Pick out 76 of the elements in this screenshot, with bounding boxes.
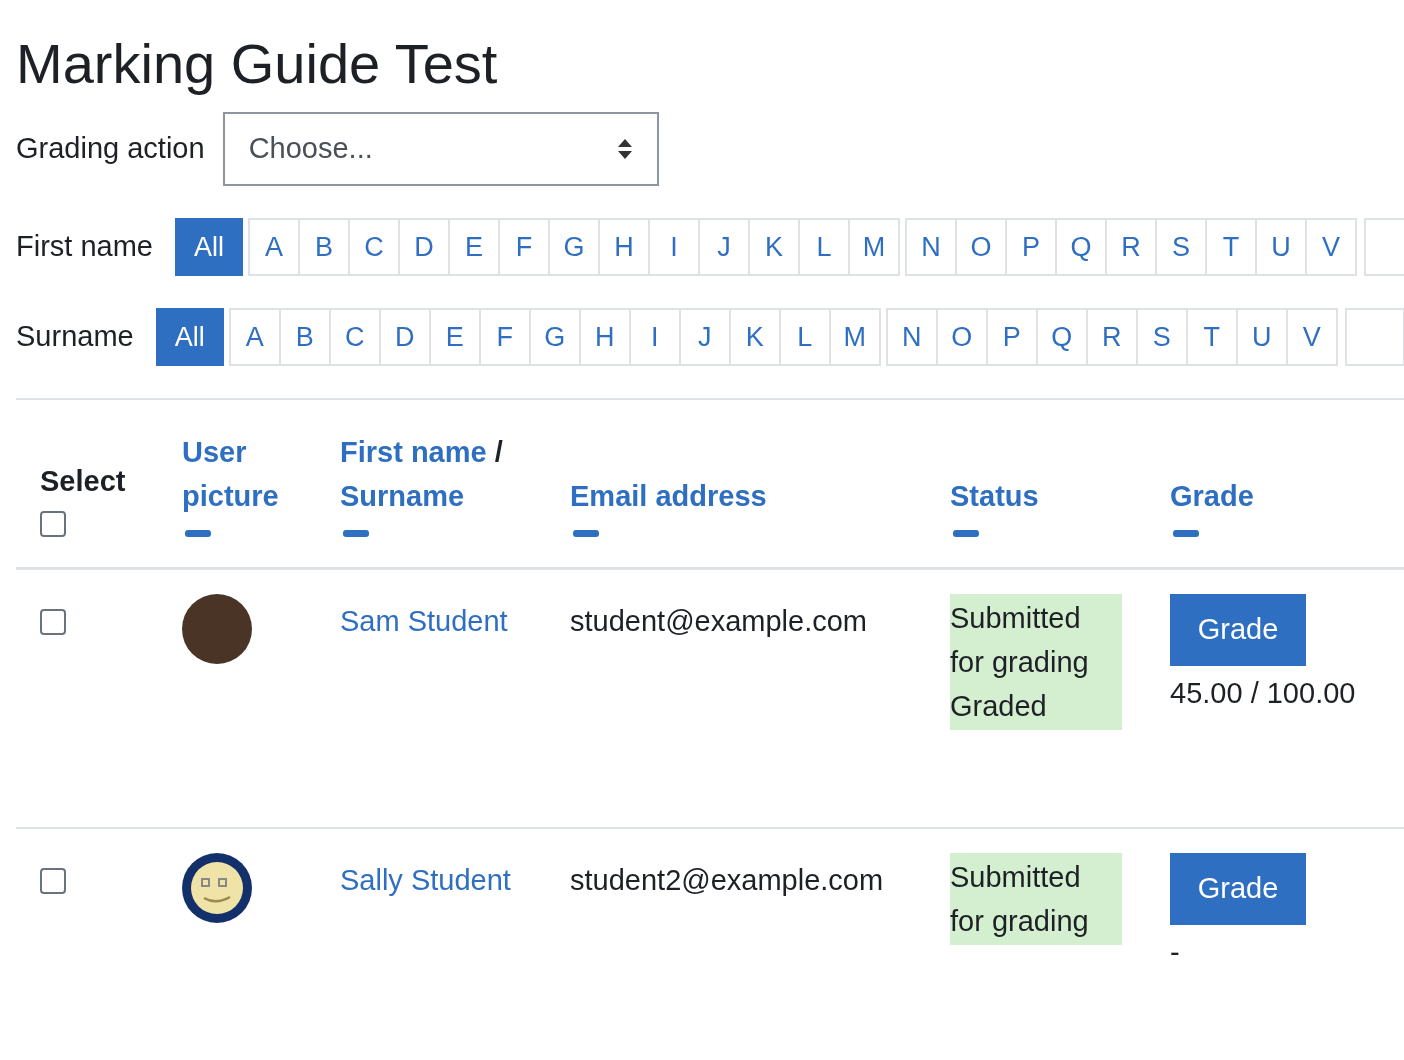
email-text: student@example.com	[570, 605, 868, 637]
letter-filter-link[interactable]: K	[728, 308, 781, 366]
sort-dash-icon	[185, 530, 211, 537]
field-label: Grading action	[16, 131, 205, 167]
letter-filter-link[interactable]: T	[1205, 218, 1257, 276]
column-header-link[interactable]: First name / Surname	[340, 430, 570, 518]
letter-filter-link[interactable]: U	[1235, 308, 1288, 366]
status-badge: Submitted for grading Graded	[950, 594, 1122, 730]
grade-button[interactable]: Grade	[1170, 853, 1306, 925]
checkbox[interactable]	[40, 868, 66, 894]
letter-filter-link[interactable]: R	[1105, 218, 1157, 276]
letter-filter-link[interactable]: I	[648, 218, 700, 276]
sort-dash-icon	[953, 530, 979, 537]
column-header: Select	[40, 463, 127, 499]
letter-filter-link[interactable]: O	[935, 308, 988, 366]
letter-filter-link[interactable]: A	[228, 308, 281, 366]
letter-filter-link[interactable]: M	[828, 308, 881, 366]
letter-filter-link[interactable]: V	[1305, 218, 1357, 276]
letter-filter-link[interactable]: Q	[1055, 218, 1107, 276]
grade-value: 45.00 / 100.00	[1170, 676, 1356, 711]
letter-filter-link[interactable]: Q	[1035, 308, 1088, 366]
letter-filter-link[interactable]: N	[885, 308, 938, 366]
sort-dash-icon	[573, 530, 599, 537]
status-badge: Submitted for grading	[950, 853, 1122, 945]
letter-filter-link[interactable]: I	[628, 308, 681, 366]
letter-filter-link[interactable]: G	[528, 308, 581, 366]
letter-filter-link[interactable]: F	[498, 218, 550, 276]
letter-filter-link[interactable]: All	[175, 218, 243, 276]
letter-filter-link[interactable]: B	[298, 218, 350, 276]
letter-filter-link[interactable]: S	[1155, 218, 1207, 276]
letter-filter-link[interactable]: G	[548, 218, 600, 276]
letter-filter-link[interactable]: N	[905, 218, 957, 276]
letter-filter-link[interactable]: C	[348, 218, 400, 276]
letter-filter-link[interactable]: O	[955, 218, 1007, 276]
smiley-avatar-icon	[182, 853, 252, 923]
letter-filter-link[interactable]: F	[478, 308, 531, 366]
checkbox[interactable]	[40, 609, 66, 635]
column-header-link[interactable]: Email address	[570, 474, 950, 518]
user-name-link[interactable]: Sally Student	[340, 864, 511, 896]
letter-filter-link[interactable]: J	[678, 308, 731, 366]
grade-button[interactable]: Grade	[1170, 594, 1306, 666]
sort-caret-icon	[616, 138, 633, 160]
letter-filter-link[interactable]: L	[798, 218, 850, 276]
grade-value: -	[1170, 935, 1180, 970]
grading-action-select[interactable]: Choose...	[222, 112, 659, 186]
letter-filter-link[interactable]: A	[248, 218, 300, 276]
letter-filter-link[interactable]: H	[598, 218, 650, 276]
letter-filter-link[interactable]: S	[1135, 308, 1188, 366]
letter-filter-link[interactable]: B	[278, 308, 331, 366]
letter-filter-link[interactable]: E	[428, 308, 481, 366]
letter-filter-link[interactable]: P	[985, 308, 1038, 366]
letter-filter-link[interactable]: L	[778, 308, 831, 366]
column-header-link[interactable]: Status	[950, 474, 1170, 518]
email-text: student2@example.com	[570, 864, 884, 896]
sort-dash-icon	[343, 530, 369, 537]
user-name-link[interactable]: Sam Student	[340, 605, 508, 637]
checkbox[interactable]	[40, 511, 66, 537]
letter-filter-link[interactable]: H	[578, 308, 631, 366]
letter-filter-link[interactable]: D	[398, 218, 450, 276]
filter-label: First name	[16, 229, 153, 265]
letter-filter-link[interactable]: P	[1005, 218, 1057, 276]
letter-filter-link[interactable]: E	[448, 218, 500, 276]
letter-filter-link[interactable]: T	[1185, 308, 1238, 366]
letter-filter-link[interactable]: R	[1085, 308, 1138, 366]
letter-filter-link[interactable]: All	[155, 308, 224, 366]
letter-filter-link[interactable]: J	[698, 218, 750, 276]
letter-filter-link[interactable]: U	[1255, 218, 1307, 276]
letter-filter-link[interactable]: V	[1285, 308, 1338, 366]
column-header-link[interactable]: Grade	[1170, 474, 1404, 518]
letter-filter-link[interactable]: C	[328, 308, 381, 366]
letter-filter-link[interactable]: M	[848, 218, 900, 276]
sort-dash-icon	[1173, 530, 1199, 537]
column-header-link[interactable]: User picture	[182, 430, 340, 518]
filter-label: Surname	[16, 319, 134, 355]
letter-filter-link[interactable]: D	[378, 308, 431, 366]
letter-filter-link[interactable]: K	[748, 218, 800, 276]
